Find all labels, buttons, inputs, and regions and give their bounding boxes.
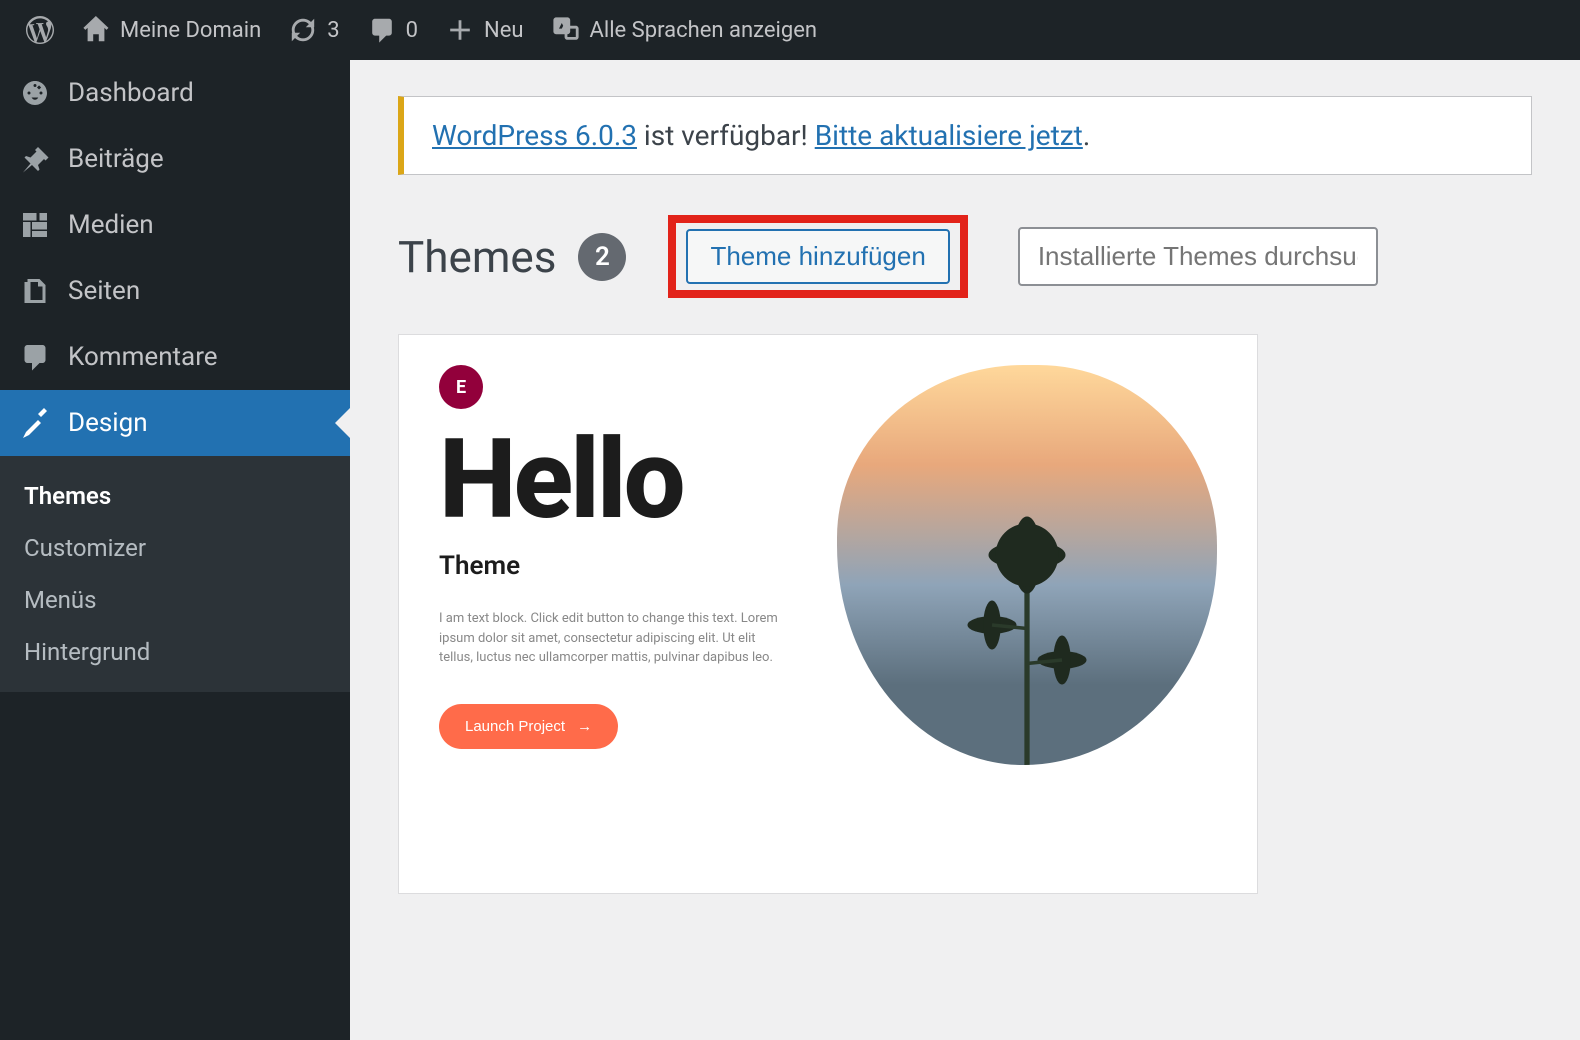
comments-icon <box>20 342 50 372</box>
notice-trail: . <box>1083 119 1090 152</box>
sidebar-item-label: Beiträge <box>68 144 164 174</box>
sidebar-item-media[interactable]: Medien <box>0 192 350 258</box>
update-count: 3 <box>327 18 339 43</box>
page-header: Themes 2 Theme hinzufügen <box>398 215 1532 298</box>
wordpress-logo[interactable] <box>12 0 68 60</box>
update-now-link[interactable]: Bitte aktualisiere jetzt <box>815 119 1083 152</box>
sidebar-item-label: Dashboard <box>68 78 194 108</box>
plant-illustration <box>937 485 1117 765</box>
submenu-menus[interactable]: Menüs <box>0 574 350 626</box>
theme-launch-button: Launch Project → <box>439 704 618 749</box>
dashboard-icon <box>20 78 50 108</box>
admin-bar: Meine Domain 3 0 Neu Alle Sprachen anzei… <box>0 0 1580 60</box>
languages-link[interactable]: Alle Sprachen anzeigen <box>538 0 832 60</box>
theme-card[interactable]: E Hello Theme I am text block. Click edi… <box>398 334 1258 894</box>
translate-icon <box>552 16 580 44</box>
main-content: WordPress 6.0.3 ist verfügbar! Bitte akt… <box>350 60 1580 1040</box>
theme-search-input[interactable] <box>1018 227 1378 286</box>
pin-icon <box>20 144 50 174</box>
comment-icon <box>368 16 396 44</box>
theme-description: I am text block. Click edit button to ch… <box>439 609 779 668</box>
theme-hero-subtitle: Theme <box>439 551 797 581</box>
updates-link[interactable]: 3 <box>275 0 353 60</box>
new-content-link[interactable]: Neu <box>432 0 538 60</box>
sidebar-item-design[interactable]: Design <box>0 390 350 456</box>
theme-count-badge: 2 <box>578 233 626 281</box>
refresh-icon <box>289 16 317 44</box>
plus-icon <box>446 16 474 44</box>
elementor-logo-icon: E <box>439 365 483 409</box>
page-title: Themes <box>398 231 556 283</box>
brush-icon <box>20 408 50 438</box>
sidebar-item-comments[interactable]: Kommentare <box>0 324 350 390</box>
theme-preview-image <box>837 365 1217 765</box>
new-label: Neu <box>484 18 524 43</box>
update-notice: WordPress 6.0.3 ist verfügbar! Bitte akt… <box>398 96 1532 175</box>
submenu-background[interactable]: Hintergrund <box>0 626 350 678</box>
theme-preview-right <box>837 365 1217 863</box>
arrow-right-icon: → <box>577 718 592 735</box>
comments-link[interactable]: 0 <box>354 0 432 60</box>
site-home-link[interactable]: Meine Domain <box>68 0 275 60</box>
notice-text: ist verfügbar! <box>637 119 815 152</box>
home-icon <box>82 16 110 44</box>
sidebar-item-label: Kommentare <box>68 342 218 372</box>
sidebar-item-label: Seiten <box>68 276 140 306</box>
sidebar-item-posts[interactable]: Beiträge <box>0 126 350 192</box>
highlight-annotation: Theme hinzufügen <box>668 215 967 298</box>
submenu-customizer[interactable]: Customizer <box>0 522 350 574</box>
sidebar-item-pages[interactable]: Seiten <box>0 258 350 324</box>
languages-label: Alle Sprachen anzeigen <box>590 18 818 43</box>
pages-icon <box>20 276 50 306</box>
sidebar-item-dashboard[interactable]: Dashboard <box>0 60 350 126</box>
sidebar-item-label: Design <box>68 408 148 438</box>
admin-sidebar: Dashboard Beiträge Medien Seiten Komment… <box>0 60 350 1040</box>
wordpress-icon <box>26 16 54 44</box>
theme-preview: E Hello Theme I am text block. Click edi… <box>439 365 1217 863</box>
site-name: Meine Domain <box>120 18 261 43</box>
submenu-themes[interactable]: Themes <box>0 470 350 522</box>
comment-count: 0 <box>406 18 418 43</box>
theme-launch-label: Launch Project <box>465 718 565 735</box>
media-icon <box>20 210 50 240</box>
sidebar-submenu: Themes Customizer Menüs Hintergrund <box>0 456 350 692</box>
theme-preview-left: E Hello Theme I am text block. Click edi… <box>439 365 797 863</box>
sidebar-item-label: Medien <box>68 210 154 240</box>
wp-version-link[interactable]: WordPress 6.0.3 <box>432 119 637 152</box>
theme-hero-title: Hello <box>439 425 797 535</box>
add-theme-button[interactable]: Theme hinzufügen <box>686 229 949 284</box>
